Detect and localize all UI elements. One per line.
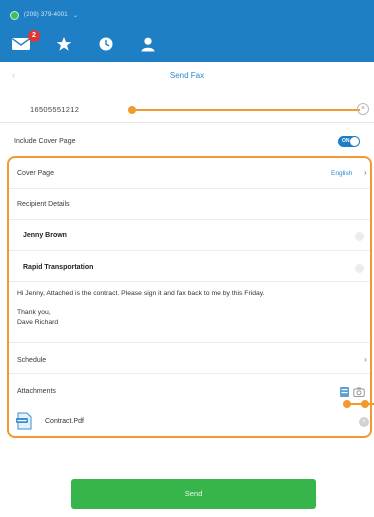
- cover-page-label: Cover Page: [17, 170, 54, 177]
- attachments-label: Attachments: [17, 388, 56, 395]
- toggle-state-text: ON: [342, 138, 350, 144]
- account-status[interactable]: (209) 379-4001 ⌄: [10, 8, 78, 22]
- page-header: ‹ Send Fax: [0, 62, 374, 90]
- chevron-right-icon: ›: [364, 168, 367, 177]
- callout-dot: [361, 400, 369, 408]
- fax-number-row: 16505551212 ×: [0, 97, 374, 123]
- cover-page-toggle-row: Include Cover Page ON: [0, 130, 374, 152]
- recipient-name-field[interactable]: Jenny Brown: [9, 220, 370, 250]
- top-app-bar: (209) 379-4001 ⌄ 2: [0, 0, 374, 62]
- nav-history-button[interactable]: [96, 33, 116, 55]
- page-title: Send Fax: [169, 71, 205, 80]
- pdf-file-icon: [16, 412, 32, 430]
- recipient-name: Jenny Brown: [23, 232, 67, 239]
- chevron-down-icon: ⌄: [72, 12, 78, 19]
- attachment-file-name: Contract.Pdf: [45, 418, 84, 425]
- clear-icon[interactable]: [355, 232, 364, 241]
- attachment-file-row[interactable]: Contract.Pdf ×: [9, 410, 370, 434]
- account-phone-number: (209) 379-4001: [24, 12, 68, 18]
- star-icon: [56, 37, 72, 51]
- schedule-label: Schedule: [17, 357, 47, 364]
- recipient-details-header: Recipient Details: [9, 189, 370, 219]
- cover-language-value: English: [331, 170, 353, 177]
- recipient-details-label: Recipient Details: [17, 201, 70, 208]
- cover-message-signoff[interactable]: Thank you,: [17, 308, 362, 318]
- scanner-icon[interactable]: [339, 386, 350, 398]
- cover-page-toggle-label: Include Cover Page: [14, 138, 76, 145]
- main-nav: 2: [10, 30, 170, 55]
- contact-icon: [141, 37, 155, 51]
- send-button[interactable]: Send: [71, 479, 316, 509]
- callout-dot: [128, 106, 136, 114]
- recipient-company-field[interactable]: Rapid Transportation: [9, 251, 370, 281]
- cover-message-line[interactable]: Hi Jenny, Attached is the contract. Plea…: [17, 289, 362, 299]
- nav-favorites-button[interactable]: [54, 33, 74, 55]
- recipient-company: Rapid Transportation: [23, 264, 94, 271]
- divider: [0, 122, 374, 123]
- camera-icon[interactable]: [353, 386, 365, 398]
- fax-number-input[interactable]: 16505551212: [30, 105, 79, 114]
- chevron-right-icon: ›: [364, 355, 367, 364]
- online-status-icon: [10, 10, 19, 20]
- remove-attachment-icon[interactable]: ×: [359, 417, 369, 427]
- nav-contacts-button[interactable]: [138, 33, 158, 55]
- callout-line: [132, 109, 360, 111]
- unread-badge: 2: [28, 30, 40, 42]
- divider: [9, 281, 370, 282]
- clock-icon: [99, 37, 113, 51]
- callout-dot: [343, 400, 351, 408]
- schedule-row[interactable]: Schedule ›: [9, 343, 370, 373]
- cover-page-toggle[interactable]: ON: [338, 136, 360, 147]
- clear-icon[interactable]: ×: [357, 103, 369, 115]
- clear-icon[interactable]: [355, 264, 364, 273]
- cover-page-row[interactable]: Cover Page English ›: [9, 158, 370, 188]
- cover-message-sender[interactable]: Dave Richard: [17, 318, 362, 328]
- toggle-knob: [350, 137, 359, 146]
- nav-messages-button[interactable]: 2: [10, 30, 40, 55]
- cover-page-details-card: Cover Page English › Recipient Details J…: [7, 156, 374, 438]
- attachments-row: Attachments: [9, 374, 370, 404]
